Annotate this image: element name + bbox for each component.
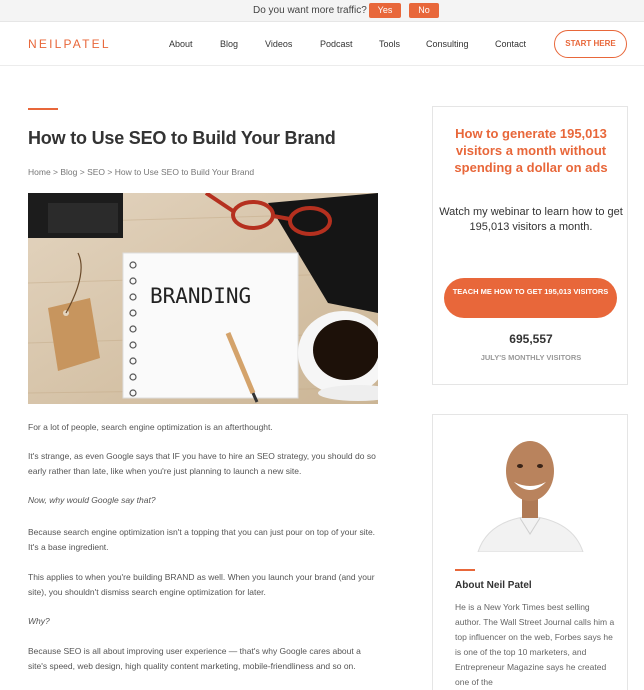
site-logo[interactable]: NEILPATEL: [28, 37, 111, 51]
about-accent-line: [455, 569, 475, 571]
nav-podcast[interactable]: Podcast: [320, 39, 353, 49]
site-header: NEILPATEL About Blog Videos Podcast Tool…: [0, 22, 644, 66]
article-paragraph: Why?: [28, 616, 50, 626]
breadcrumb-seo[interactable]: SEO: [87, 167, 105, 177]
svg-text:BRANDING: BRANDING: [150, 284, 251, 308]
nav-contact[interactable]: Contact: [495, 39, 526, 49]
traffic-prompt-bar: Do you want more traffic? Yes No: [0, 0, 644, 22]
breadcrumb-blog[interactable]: Blog: [60, 167, 77, 177]
article-paragraph: It's strange, as even Google says that I…: [28, 451, 376, 476]
no-button[interactable]: No: [409, 3, 439, 18]
nav-about[interactable]: About: [169, 39, 193, 49]
webinar-cta-button[interactable]: TEACH ME HOW TO GET 195,013 VISITORS: [444, 278, 617, 318]
webinar-subtext: Watch my webinar to learn how to get 195…: [439, 206, 623, 233]
article-paragraph: For a lot of people, search engine optim…: [28, 422, 273, 432]
breadcrumb-separator: >: [50, 167, 61, 177]
breadcrumb-separator: >: [77, 167, 88, 177]
article-title: How to Use SEO to Build Your Brand: [28, 128, 336, 148]
breadcrumb-separator: >: [105, 167, 115, 177]
about-bio: He is a New York Times best selling auth…: [455, 602, 615, 687]
webinar-card: How to generate 195,013 visitors a month…: [432, 106, 628, 385]
title-accent-line: [28, 108, 58, 110]
breadcrumb-current: How to Use SEO to Build Your Brand: [114, 167, 255, 177]
nav-consulting[interactable]: Consulting: [426, 39, 469, 49]
nav-blog[interactable]: Blog: [220, 39, 238, 49]
breadcrumb: Home > Blog > SEO > How to Use SEO to Bu…: [28, 167, 254, 177]
monthly-visitor-count: 695,557: [509, 332, 553, 346]
webinar-headline: How to generate 195,013 visitors a month…: [454, 126, 608, 175]
yes-button[interactable]: Yes: [369, 3, 401, 18]
start-here-button[interactable]: START HERE: [554, 30, 627, 58]
article-paragraph: Because SEO is all about improving user …: [28, 646, 361, 671]
nav-tools[interactable]: Tools: [379, 39, 400, 49]
nav-videos[interactable]: Videos: [265, 39, 292, 49]
breadcrumb-home[interactable]: Home: [28, 167, 51, 177]
about-title: About Neil Patel: [455, 580, 532, 591]
traffic-question: Do you want more traffic?: [253, 5, 367, 16]
article-paragraph: This applies to when you're building BRA…: [28, 572, 375, 597]
about-card: About Neil Patel He is a New York Times …: [432, 414, 628, 690]
article-paragraph: Now, why would Google say that?: [28, 495, 156, 505]
hero-image: BRANDING: [28, 193, 378, 404]
author-portrait: [468, 416, 593, 552]
article-paragraph: Because search engine optimization isn't…: [28, 527, 376, 552]
monthly-visitor-label: JULY'S MONTHLY VISITORS: [480, 353, 582, 362]
